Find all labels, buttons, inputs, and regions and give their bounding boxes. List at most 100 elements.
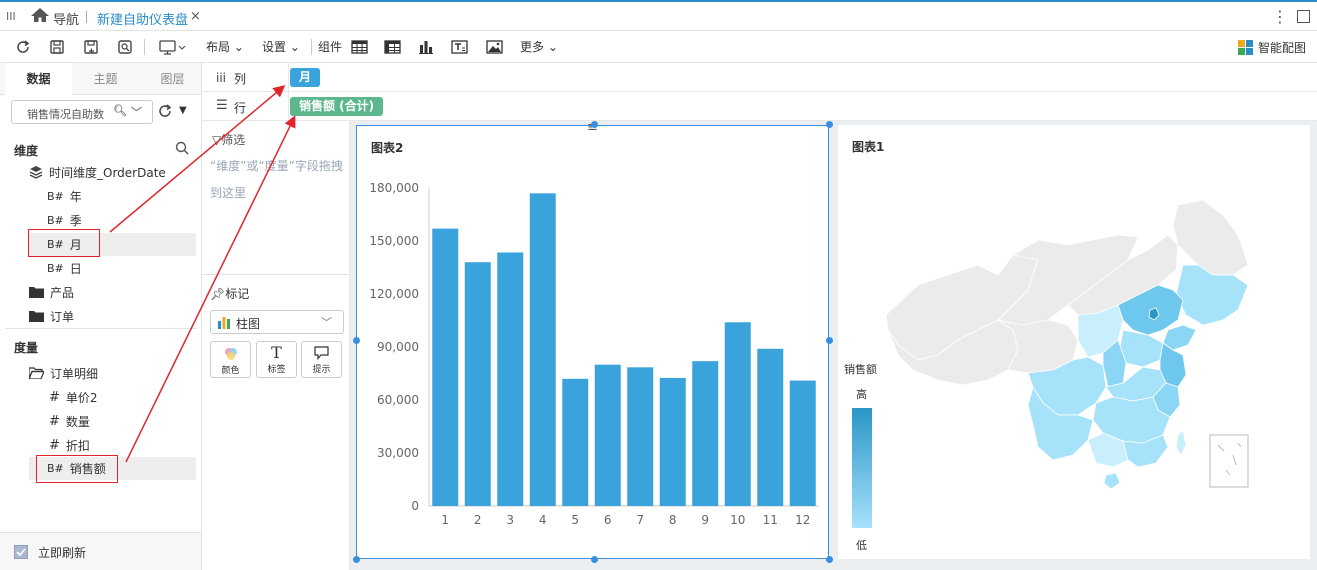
chart-type-select[interactable]: 柱图 ﹀ <box>210 310 344 334</box>
x-tick-label: 5 <box>571 513 579 527</box>
bar-chart-icon[interactable] <box>418 39 434 55</box>
refresh-dataset-icon[interactable] <box>157 103 173 119</box>
measures-header: 度量 <box>14 341 39 355</box>
legend-title: 销售额 <box>844 363 877 376</box>
close-tab-icon[interactable]: × <box>190 9 201 24</box>
layers-icon <box>29 166 43 179</box>
hash-icon: # <box>49 413 60 429</box>
image-icon[interactable] <box>486 39 503 55</box>
smart-chart-button[interactable]: 智能配图 <box>1238 39 1306 56</box>
map-regions <box>885 199 1249 490</box>
columns-icon: iii <box>216 71 227 85</box>
left-panel-tabs: 数据 主题 图层 <box>0 63 201 95</box>
folder-product[interactable]: 产品 <box>29 283 74 301</box>
tab-layers[interactable]: 图层 <box>139 63 206 95</box>
auto-refresh-bar: 立即刷新 <box>0 532 201 570</box>
chevron-down-icon: ﹀ <box>321 316 332 329</box>
field-quarter[interactable]: B# 季 <box>47 211 82 229</box>
folder-order-details[interactable]: 订单明细 <box>29 364 98 382</box>
tooltip-button[interactable]: 提示 <box>301 341 342 378</box>
caret-down-icon[interactable]: ▼ <box>179 105 187 116</box>
more-vertical-icon[interactable]: ⋮ <box>1272 7 1288 26</box>
checkbox-checked-icon <box>14 545 28 559</box>
label-button[interactable]: T 标签 <box>256 341 297 378</box>
chevron-down-icon[interactable]: ﹀ <box>131 104 142 120</box>
refresh-icon[interactable] <box>15 39 31 55</box>
bar-month-7[interactable] <box>627 367 654 506</box>
nav-label[interactable]: 导航 <box>53 9 79 28</box>
folder-order[interactable]: 订单 <box>29 307 74 325</box>
crosstab-icon[interactable] <box>384 39 401 55</box>
field-day[interactable]: B# 日 <box>47 259 82 277</box>
chart1-card[interactable]: 图表1 销售额 高 低 <box>838 125 1310 559</box>
bar-month-6[interactable] <box>594 364 621 506</box>
display-dropdown[interactable] <box>159 39 187 55</box>
text-box-icon[interactable] <box>451 39 468 55</box>
search-fields-icon[interactable] <box>175 141 189 155</box>
bar-month-8[interactable] <box>659 377 686 506</box>
color-palette-icon <box>224 348 237 360</box>
resize-handle[interactable] <box>353 556 360 563</box>
tab-data[interactable]: 数据 <box>5 63 72 95</box>
date-field-icon: B# <box>47 261 64 275</box>
speech-bubble-icon <box>314 346 329 360</box>
home-icon[interactable] <box>30 7 50 23</box>
folder-icon <box>29 287 44 298</box>
layout-menu[interactable]: 布局 ⌄ <box>206 39 244 55</box>
save-as-icon[interactable] <box>83 39 99 55</box>
time-dimension[interactable]: 时间维度_OrderDate <box>29 163 166 181</box>
save-icon[interactable] <box>49 39 65 55</box>
columns-shelf[interactable]: iii 列 月 <box>202 63 1317 92</box>
hash-icon: # <box>49 437 60 453</box>
chart2-card[interactable]: 图表2 ≡ 030,00060,00090,000120,000150,0001… <box>356 120 829 559</box>
resize-handle[interactable] <box>591 121 598 128</box>
map-region-henan <box>1119 329 1164 368</box>
dataset-select[interactable]: 销售情况自助数 🔍︎ ﹀ <box>11 100 153 124</box>
bar-month-12[interactable] <box>789 380 816 506</box>
y-tick-label: 180,000 <box>369 181 419 195</box>
resize-handle[interactable] <box>353 337 360 344</box>
settings-menu[interactable]: 设置 ⌄ <box>262 39 300 55</box>
bar-month-2[interactable] <box>464 262 491 506</box>
field-discount[interactable]: # 折扣 <box>49 436 90 454</box>
mark-label: 标记 <box>225 287 250 301</box>
search-icon[interactable]: 🔍︎ <box>113 104 127 117</box>
annotation-box-sales <box>36 455 118 483</box>
text-t-icon: T <box>271 343 282 362</box>
bar-month-9[interactable] <box>692 361 719 506</box>
bar-month-1[interactable] <box>432 228 459 506</box>
preview-icon[interactable] <box>117 39 133 55</box>
resize-handle[interactable] <box>591 556 598 563</box>
menu-grip-icon[interactable]: III <box>6 10 16 23</box>
toolbar-divider <box>311 39 312 55</box>
toolbar: 布局 ⌄ 设置 ⌄ 组件 更多 ⌄ 智能配图 <box>0 31 1317 63</box>
section-divider <box>5 328 197 329</box>
maximize-icon[interactable] <box>1297 10 1310 23</box>
resize-handle[interactable] <box>826 556 833 563</box>
y-tick-label: 60,000 <box>377 393 419 407</box>
tab-dashboard-title[interactable]: 新建自助仪表盘 <box>97 9 188 28</box>
bar-month-11[interactable] <box>757 348 784 506</box>
row-pill-sales-sum[interactable]: 销售额 (合计) <box>290 97 384 116</box>
field-year[interactable]: B# 年 <box>47 187 82 205</box>
bar-month-5[interactable] <box>562 378 589 506</box>
x-tick-label: 12 <box>795 513 810 527</box>
table-icon[interactable] <box>351 39 368 55</box>
more-menu[interactable]: 更多 ⌄ <box>520 39 558 55</box>
filter-drop-zone[interactable]: “维度”或“度量”字段拖拽到这里 <box>210 153 345 207</box>
field-unit-price[interactable]: # 单价2 <box>49 388 98 406</box>
bar-month-3[interactable] <box>497 252 524 506</box>
bar-month-10[interactable] <box>724 322 751 506</box>
rows-shelf[interactable]: ☰ 行 销售额 (合计) <box>202 92 1317 121</box>
column-pill-month[interactable]: 月 <box>290 68 321 87</box>
label-button-label: 标签 <box>267 365 286 375</box>
folder-label: 订单 <box>50 309 75 324</box>
resize-handle[interactable] <box>826 121 833 128</box>
resize-handle[interactable] <box>826 337 833 344</box>
auto-refresh-checkbox[interactable]: 立即刷新 <box>14 543 86 561</box>
tab-theme[interactable]: 主题 <box>72 63 139 95</box>
color-button[interactable]: 颜色 <box>210 341 251 378</box>
field-label: 年 <box>69 189 82 204</box>
bar-month-4[interactable] <box>529 193 556 507</box>
field-quantity[interactable]: # 数量 <box>49 412 90 430</box>
